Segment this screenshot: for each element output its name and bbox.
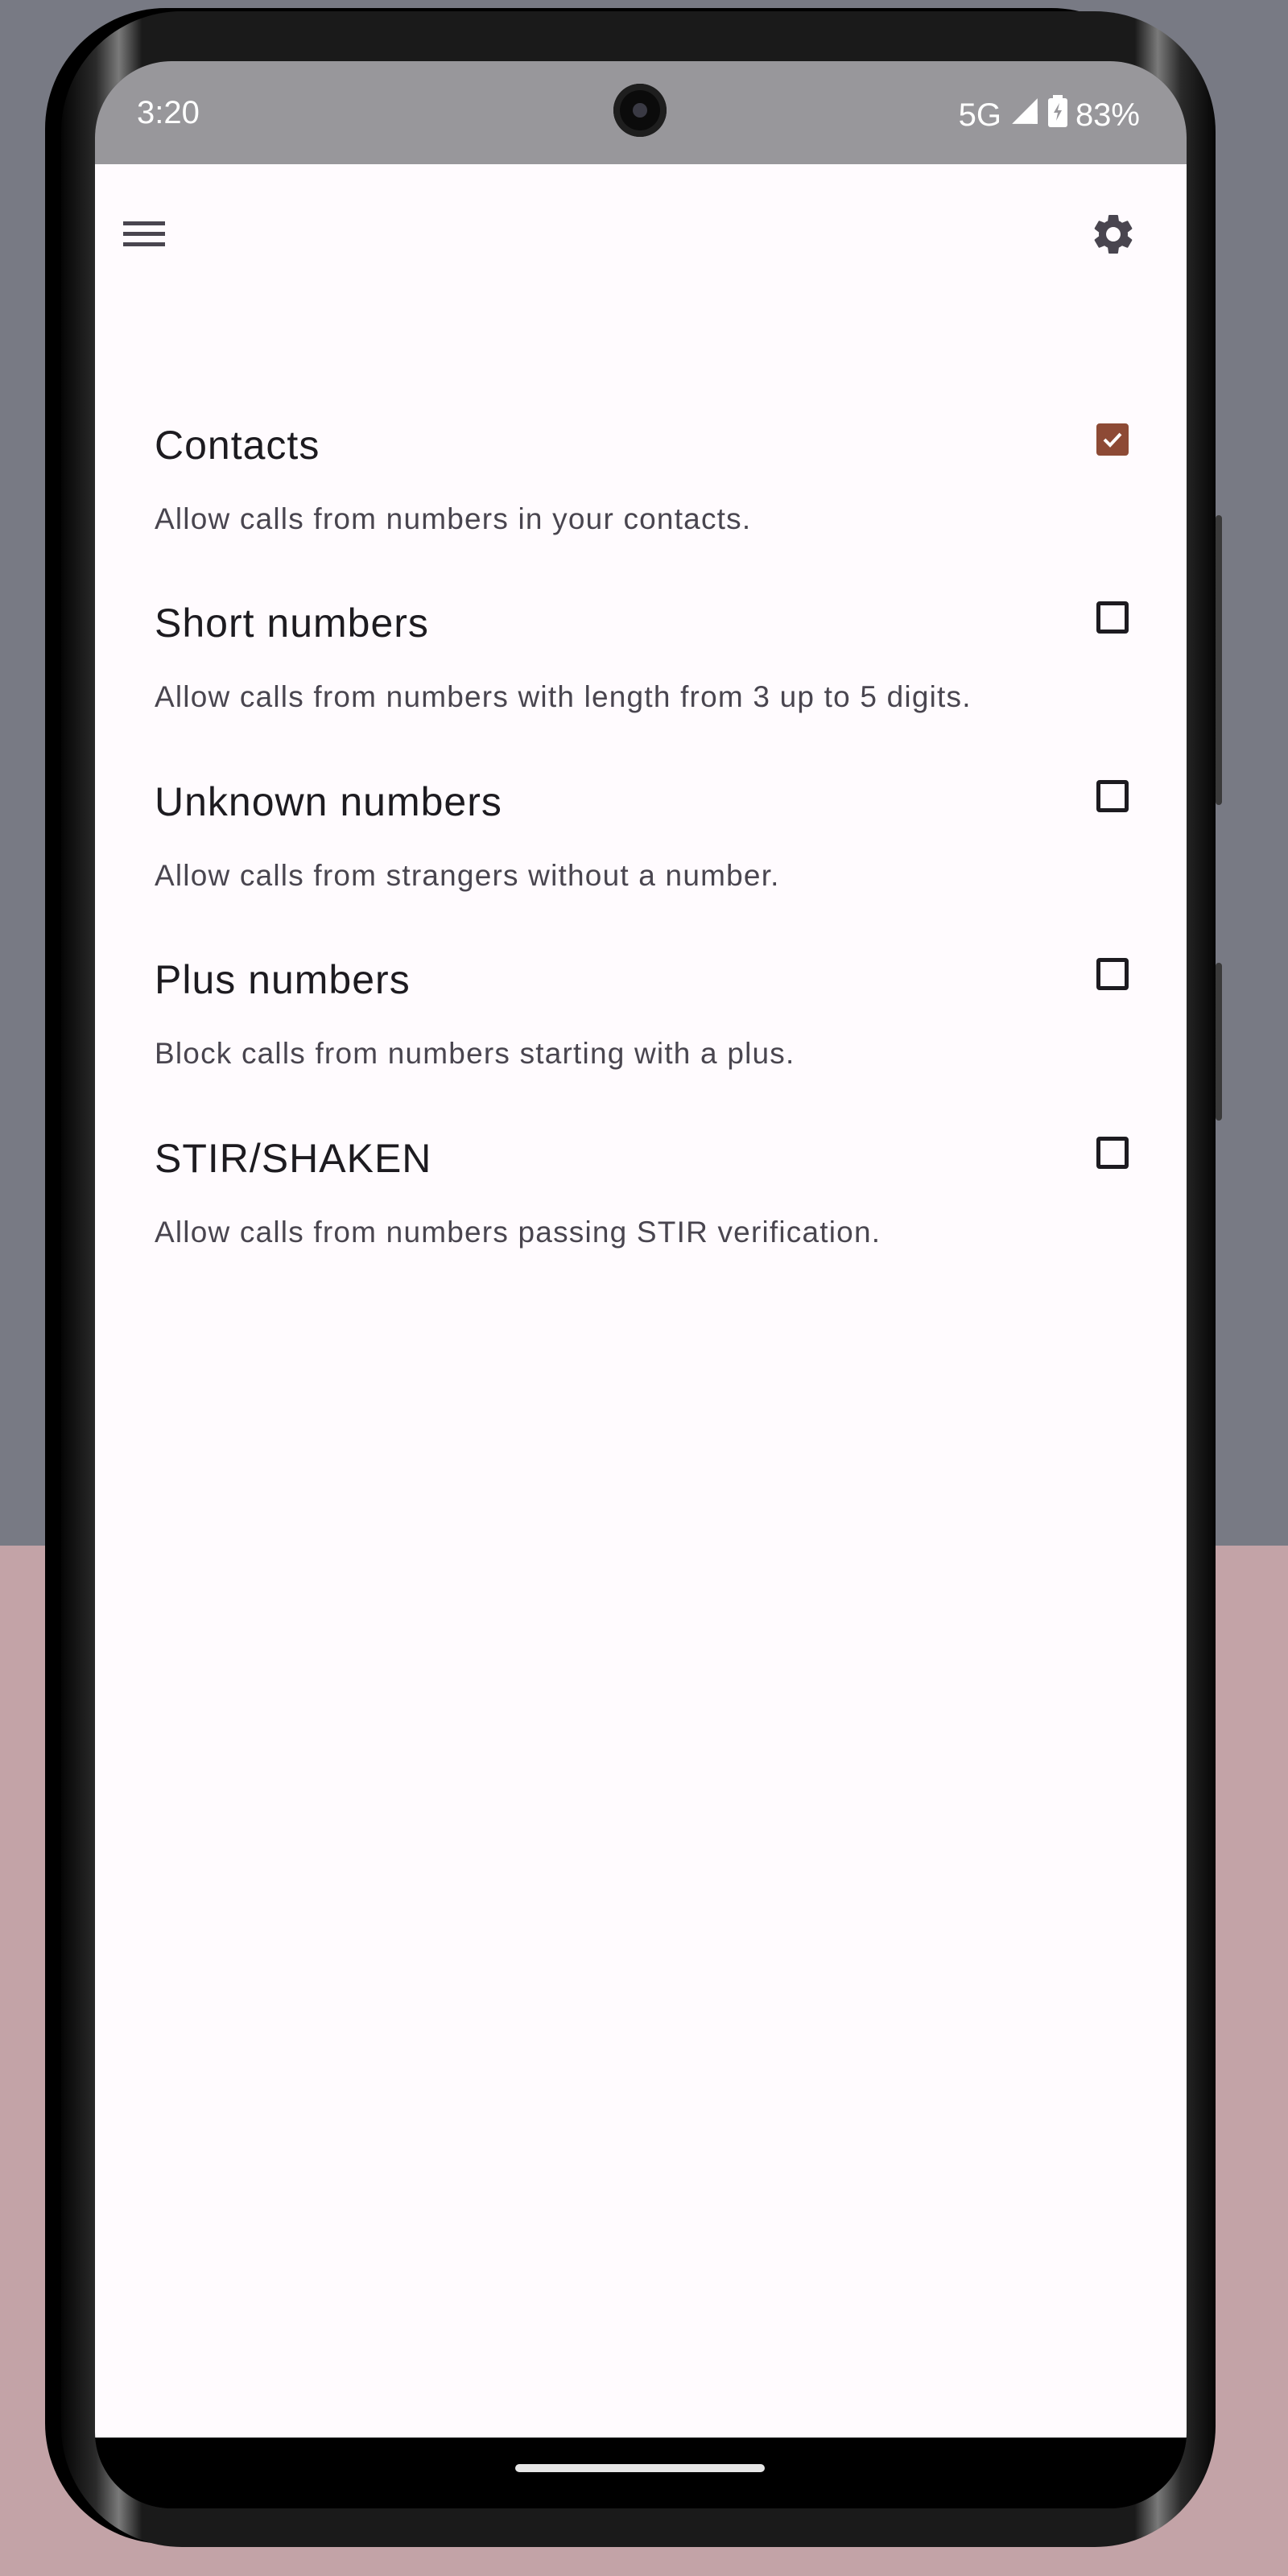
- setting-contacts[interactable]: Contacts Allow calls from numbers in you…: [155, 422, 1129, 543]
- battery-charging-icon: [1047, 95, 1067, 135]
- phone-screen: 3:20 5G 83% Contacts Allow calls from nu…: [95, 61, 1187, 2508]
- navigation-bar: [95, 2438, 1187, 2508]
- network-type: 5G: [958, 97, 1001, 133]
- settings-button[interactable]: [1077, 200, 1150, 272]
- setting-stir-shaken[interactable]: STIR/SHAKEN Allow calls from numbers pas…: [155, 1135, 1129, 1256]
- volume-button: [1216, 963, 1222, 1121]
- power-button: [1216, 515, 1222, 805]
- menu-button[interactable]: [108, 200, 180, 272]
- setting-description: Allow calls from strangers without a num…: [155, 859, 780, 892]
- setting-description: Allow calls from numbers with length fro…: [155, 680, 972, 713]
- status-icons: 5G 83%: [959, 95, 1140, 135]
- home-indicator[interactable]: [515, 2464, 765, 2472]
- short-numbers-checkbox[interactable]: [1096, 601, 1129, 634]
- setting-unknown-numbers[interactable]: Unknown numbers Allow calls from strange…: [155, 778, 1129, 899]
- checkmark-icon: [1103, 432, 1122, 448]
- gear-icon: [1089, 210, 1137, 262]
- front-camera: [613, 84, 667, 137]
- status-bar: 3:20 5G 83%: [95, 61, 1187, 164]
- setting-title: Unknown numbers: [155, 779, 502, 824]
- signal-icon: [1009, 96, 1040, 134]
- call-filter-settings-screen: Contacts Allow calls from numbers in you…: [95, 164, 1187, 2438]
- plus-numbers-checkbox[interactable]: [1096, 958, 1129, 990]
- unknown-numbers-checkbox[interactable]: [1096, 780, 1129, 812]
- setting-title: Contacts: [155, 423, 320, 468]
- stir-shaken-checkbox[interactable]: [1096, 1137, 1129, 1169]
- battery-percent: 83%: [1075, 97, 1140, 133]
- setting-title: Plus numbers: [155, 957, 411, 1002]
- setting-description: Allow calls from numbers in your contact…: [155, 502, 752, 535]
- hamburger-menu-icon: [122, 218, 167, 254]
- contacts-checkbox[interactable]: [1096, 423, 1129, 456]
- setting-title: Short numbers: [155, 601, 429, 646]
- setting-description: Allow calls from numbers passing STIR ve…: [155, 1216, 881, 1249]
- status-time: 3:20: [137, 95, 200, 130]
- setting-plus-numbers[interactable]: Plus numbers Block calls from numbers st…: [155, 956, 1129, 1077]
- setting-short-numbers[interactable]: Short numbers Allow calls from numbers w…: [155, 600, 1129, 720]
- setting-title: STIR/SHAKEN: [155, 1136, 432, 1181]
- setting-description: Block calls from numbers starting with a…: [155, 1037, 795, 1070]
